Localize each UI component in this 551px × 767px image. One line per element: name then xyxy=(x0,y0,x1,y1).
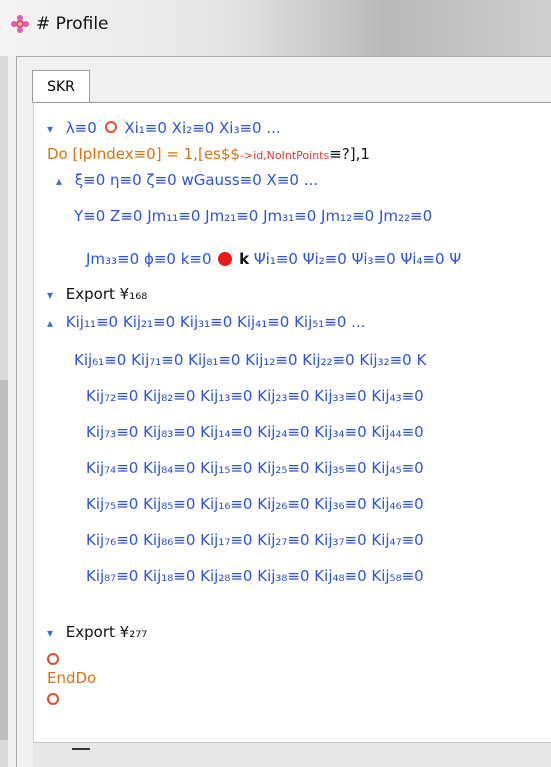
k-bold: k xyxy=(239,250,250,268)
breakpoint-circle-icon xyxy=(104,121,117,133)
flower-icon xyxy=(11,15,29,33)
bottom-scroll-area[interactable] xyxy=(33,742,551,767)
kij-row-7: Kij₇₆≡0 Kij₈₆≡0 Kij₁₇≡0 Kij₂₇≡0 Kij₃₇≡0 … xyxy=(86,530,424,550)
lambda-assignment: λ≡0 xyxy=(65,119,97,137)
jm33-assignment: Jm₃₃≡0 ϕ≡0 k≡0 xyxy=(86,250,212,268)
kij-row-7-text: Kij₇₆≡0 Kij₈₆≡0 Kij₁₇≡0 Kij₂₇≡0 Kij₃₇≡0 … xyxy=(86,531,424,549)
xi-eta-row[interactable]: ▴ ξ≡0 η≡0 ζ≡0 wGauss≡0 X≡0 ... xyxy=(56,170,318,191)
export-168-row[interactable]: ▾ Export ¥₁₆₈ xyxy=(47,284,147,305)
xi-eta-assignment: ξ≡0 η≡0 ζ≡0 wGauss≡0 X≡0 ... xyxy=(74,171,319,189)
window-title: # Profile xyxy=(36,14,109,34)
kij-row-5-text: Kij₇₄≡0 Kij₈₄≡0 Kij₁₅≡0 Kij₂₅≡0 Kij₃₅≡0 … xyxy=(86,459,424,477)
kij-row-3-text: Kij₇₂≡0 Kij₈₂≡0 Kij₁₃≡0 Kij₂₃≡0 Kij₃₃≡0 … xyxy=(86,387,424,405)
profile-window: # Profile SKR ▾ λ≡0 Xi₁≡0 Xi₂≡0 Xi₃≡0 ..… xyxy=(0,0,551,767)
gutter-scroll-mark[interactable] xyxy=(0,380,8,740)
kij-row-6: Kij₇₅≡0 Kij₈₅≡0 Kij₁₆≡0 Kij₂₆≡0 Kij₃₆≡0 … xyxy=(86,494,424,514)
enddo-row[interactable]: EndDo xyxy=(47,668,96,688)
do-subscript: ->id,NoIntPoints xyxy=(239,149,330,162)
do-loop-row[interactable]: Do [IpIndex≡0] = 1,[es$$->id,NoIntPoints… xyxy=(47,144,370,166)
title-bar: # Profile xyxy=(0,0,551,56)
kij-row-2-text: Kij₆₁≡0 Kij₇₁≡0 Kij₈₁≡0 Kij₁₂≡0 Kij₂₂≡0 … xyxy=(74,351,427,369)
psi-assignments: Ψi₁≡0 Ψi₂≡0 Ψi₃≡0 Ψi₄≡0 Ψ xyxy=(253,250,462,268)
kij-row-4: Kij₇₃≡0 Kij₈₃≡0 Kij₁₄≡0 Kij₂₄≡0 Kij₃₄≡0 … xyxy=(86,422,424,442)
expand-up-icon-2[interactable]: ▴ xyxy=(47,313,61,333)
collapse-down-icon-2[interactable]: ▾ xyxy=(47,285,61,305)
breakpoint-circle-icon-3 xyxy=(47,693,59,705)
y-z-jm-row: Y≡0 Z≡0 Jm₁₁≡0 Jm₂₁≡0 Jm₃₁≡0 Jm₁₂≡0 Jm₂₂… xyxy=(74,206,432,226)
kij-row-6-text: Kij₇₅≡0 Kij₈₅≡0 Kij₁₆≡0 Kij₂₆≡0 Kij₃₆≡0 … xyxy=(86,495,424,513)
kij-row-2: Kij₆₁≡0 Kij₇₁≡0 Kij₈₁≡0 Kij₁₂≡0 Kij₂₂≡0 … xyxy=(74,350,426,370)
stop-marker-icon[interactable] xyxy=(218,252,233,266)
kij-row-5: Kij₇₄≡0 Kij₈₄≡0 Kij₁₅≡0 Kij₂₅≡0 Kij₃₅≡0 … xyxy=(86,458,424,478)
tab-skr[interactable]: SKR xyxy=(32,70,90,103)
end-marker-row xyxy=(44,690,62,710)
kij-row-8: Kij₈₇≡0 Kij₁₈≡0 Kij₂₈≡0 Kij₃₈≡0 Kij₄₈≡0 … xyxy=(86,566,424,586)
do-keyword: Do [IpIndex≡0] = 1,[es$$ xyxy=(47,145,240,163)
export-277: Export ¥₂₇₇ xyxy=(65,623,148,641)
y-z-jm-assignment: Y≡0 Z≡0 Jm₁₁≡0 Jm₂₁≡0 Jm₃₁≡0 Jm₁₂≡0 Jm₂₂… xyxy=(74,207,433,225)
kij-row-3: Kij₇₂≡0 Kij₈₂≡0 Kij₁₃≡0 Kij₂₃≡0 Kij₃₃≡0 … xyxy=(86,386,424,406)
jm33-row: Jm₃₃≡0 ϕ≡0 k≡0 k Ψi₁≡0 Ψi₂≡0 Ψi₃≡0 Ψi₄≡0… xyxy=(86,249,461,269)
collapse-down-icon-3[interactable]: ▾ xyxy=(47,623,61,643)
kij-first-assignment: Kij₁₁≡0 Kij₂₁≡0 Kij₃₁≡0 Kij₄₁≡0 Kij₅₁≡0 … xyxy=(65,313,366,331)
enddo-block xyxy=(44,650,62,670)
enddo-keyword: EndDo xyxy=(47,669,97,687)
export-277-row[interactable]: ▾ Export ¥₂₇₇ xyxy=(47,622,147,643)
worksheet-panel: ▾ λ≡0 Xi₁≡0 Xi₂≡0 Xi₃≡0 ... Do [IpIndex≡… xyxy=(33,102,551,743)
do-loop-tail: ≡?],1 xyxy=(329,145,370,163)
xi-assignments: Xi₁≡0 Xi₂≡0 Xi₃≡0 ... xyxy=(124,119,281,137)
kij-row-4-text: Kij₇₃≡0 Kij₈₃≡0 Kij₁₄≡0 Kij₂₄≡0 Kij₃₄≡0 … xyxy=(86,423,424,441)
bottom-tick-mark xyxy=(72,748,90,750)
export-168: Export ¥₁₆₈ xyxy=(65,285,148,303)
breakpoint-circle-icon-2 xyxy=(47,653,59,665)
collapse-down-icon[interactable]: ▾ xyxy=(47,119,61,139)
lambda-row[interactable]: ▾ λ≡0 Xi₁≡0 Xi₂≡0 Xi₃≡0 ... xyxy=(47,118,281,139)
expand-up-icon[interactable]: ▴ xyxy=(56,171,70,191)
kij-row-8-text: Kij₈₇≡0 Kij₁₈≡0 Kij₂₈≡0 Kij₃₈≡0 Kij₄₈≡0 … xyxy=(86,567,424,585)
kij-first-row[interactable]: ▴ Kij₁₁≡0 Kij₂₁≡0 Kij₃₁≡0 Kij₄₁≡0 Kij₅₁≡… xyxy=(47,312,365,333)
